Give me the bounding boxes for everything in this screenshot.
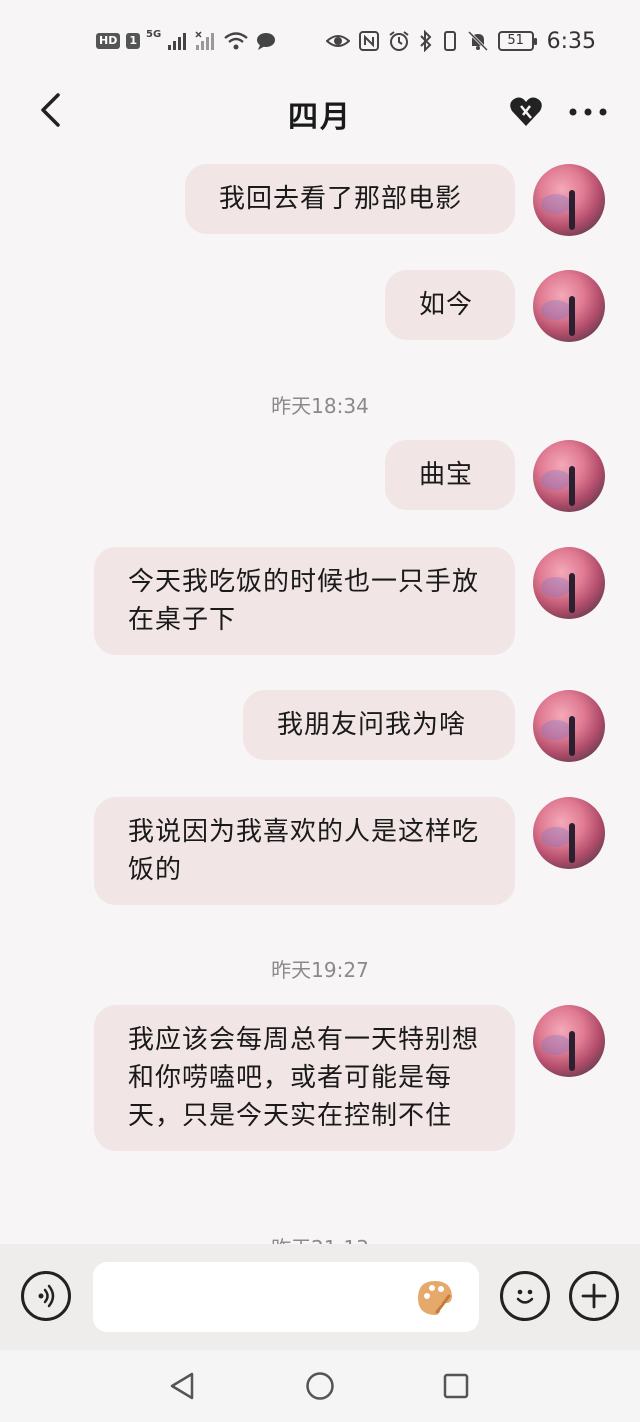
message-bubble[interactable]: 曲宝 bbox=[385, 440, 515, 510]
more-button[interactable] bbox=[566, 92, 610, 132]
square-recents-icon bbox=[443, 1373, 469, 1399]
chat-message-list[interactable]: 我回去看了那部电影 如今 昨天18:34 曲宝 今天我吃饭的时候也一只手放在桌子… bbox=[0, 142, 640, 1244]
avatar[interactable] bbox=[533, 1005, 605, 1077]
status-time: 6:35 bbox=[546, 28, 596, 54]
timestamp: 昨天18:34 bbox=[271, 394, 369, 418]
nav-recents-button[interactable] bbox=[440, 1370, 472, 1402]
avatar[interactable] bbox=[533, 690, 605, 762]
plus-icon bbox=[581, 1283, 607, 1309]
more-icon bbox=[569, 108, 607, 116]
message-bubble[interactable]: 我应该会每周总有一天特别想和你唠嗑吧，或者可能是每天，只是今天实在控制不住 bbox=[94, 1005, 515, 1151]
vibrate-icon bbox=[443, 31, 456, 51]
palette-button[interactable] bbox=[414, 1277, 456, 1319]
network-label: 5G bbox=[146, 28, 162, 40]
message-bubble[interactable]: 我朋友问我为啥 bbox=[243, 690, 515, 760]
sim-badge: 1 bbox=[126, 33, 140, 49]
nav-back-button[interactable] bbox=[166, 1370, 198, 1402]
timestamp: 昨天19:27 bbox=[271, 958, 369, 982]
voice-icon bbox=[38, 1284, 55, 1308]
status-right: 51 6:35 bbox=[325, 28, 596, 54]
nfc-icon bbox=[358, 31, 379, 51]
chat-header: 四月 bbox=[0, 80, 640, 142]
avatar[interactable] bbox=[533, 797, 605, 869]
system-nav-bar bbox=[0, 1350, 640, 1422]
intimacy-button[interactable] bbox=[506, 92, 546, 132]
hd-badge: HD bbox=[96, 33, 121, 49]
status-left: HD 1 5G bbox=[96, 28, 277, 54]
emoji-icon bbox=[516, 1289, 534, 1304]
triangle-back-icon bbox=[170, 1372, 194, 1400]
alarm-icon bbox=[388, 31, 409, 51]
avatar[interactable] bbox=[533, 164, 605, 236]
message-bubble[interactable]: 如今 bbox=[385, 270, 515, 340]
message-bubble[interactable]: 我说因为我喜欢的人是这样吃饭的 bbox=[94, 797, 515, 905]
avatar[interactable] bbox=[533, 440, 605, 512]
chat-bubble-status-icon bbox=[257, 33, 276, 50]
message-bubble[interactable]: 我回去看了那部电影 bbox=[185, 164, 515, 234]
timestamp: 昨天21:13 bbox=[0, 1232, 640, 1244]
avatar[interactable] bbox=[533, 547, 605, 619]
plus-button[interactable] bbox=[569, 1271, 619, 1321]
heart-icon bbox=[510, 97, 542, 126]
avatar[interactable] bbox=[533, 270, 605, 342]
mute-icon bbox=[467, 30, 488, 52]
input-bar bbox=[0, 1244, 640, 1350]
bluetooth-icon bbox=[419, 30, 432, 52]
voice-button[interactable] bbox=[21, 1271, 71, 1321]
status-bar: HD 1 5G 51 6:35 bbox=[0, 0, 640, 80]
nav-home-button[interactable] bbox=[304, 1370, 336, 1402]
palette-icon bbox=[418, 1281, 452, 1315]
signal-2-icon bbox=[195, 31, 215, 50]
battery-indicator: 51 bbox=[497, 31, 537, 51]
message-bubble[interactable]: 今天我吃饭的时候也一只手放在桌子下 bbox=[94, 547, 515, 655]
circle-home-icon bbox=[306, 1372, 334, 1400]
eye-icon bbox=[325, 35, 350, 47]
emoji-button[interactable] bbox=[500, 1271, 550, 1321]
signal-icon bbox=[168, 33, 187, 50]
wifi-icon bbox=[224, 32, 248, 50]
